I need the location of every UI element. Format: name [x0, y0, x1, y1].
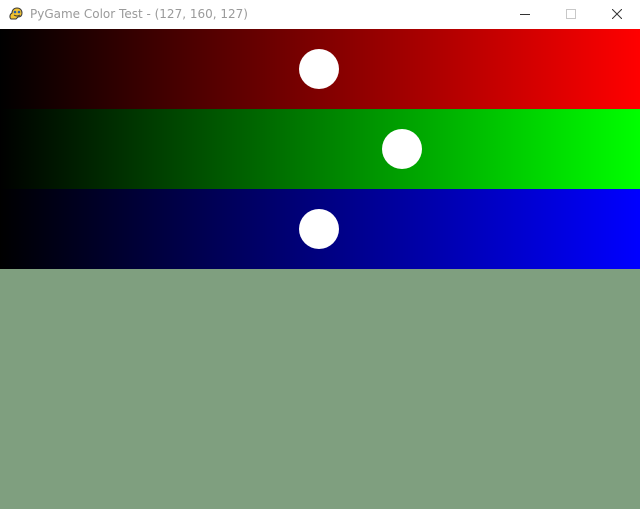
- red-slider-handle[interactable]: [298, 49, 339, 89]
- window-title: PyGame Color Test - (127, 160, 127): [30, 7, 248, 21]
- close-icon: [611, 6, 623, 24]
- maximize-icon: [566, 6, 576, 24]
- green-slider-track[interactable]: [0, 109, 640, 189]
- maximize-button[interactable]: [548, 0, 594, 29]
- pygame-window: PyGame Color Test - (127, 160, 127): [0, 0, 640, 509]
- minimize-button[interactable]: [502, 0, 548, 29]
- green-slider-handle[interactable]: [381, 129, 422, 169]
- pygame-snake-icon: [8, 6, 24, 22]
- blue-slider-handle[interactable]: [298, 209, 339, 249]
- pygame-canvas: [0, 29, 640, 509]
- blue-slider-track[interactable]: [0, 189, 640, 269]
- color-preview-area: [0, 269, 640, 509]
- minimize-icon: [520, 6, 530, 24]
- close-button[interactable]: [594, 0, 640, 29]
- title-bar[interactable]: PyGame Color Test - (127, 160, 127): [0, 0, 640, 29]
- red-slider-track[interactable]: [0, 29, 640, 109]
